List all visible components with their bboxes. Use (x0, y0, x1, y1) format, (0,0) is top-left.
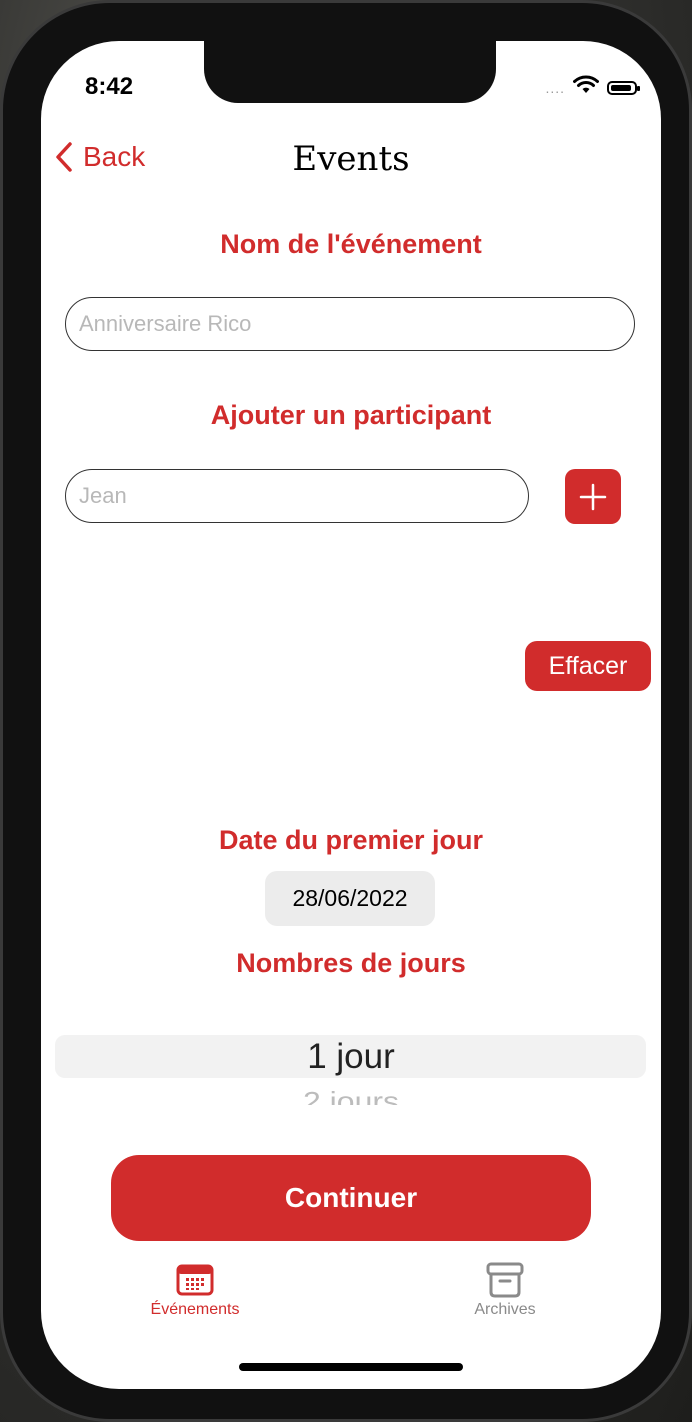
date-label: Date du premier jour (218, 825, 484, 855)
participant-input[interactable]: Jean (65, 469, 529, 523)
days-picker-next-wrap: 2 jours (41, 1079, 661, 1105)
clear-button[interactable]: Effacer (525, 641, 651, 691)
home-indicator[interactable] (239, 1363, 463, 1371)
continue-button[interactable]: Continuer (111, 1155, 591, 1241)
tab-archives[interactable]: Archives (435, 1259, 575, 1319)
status-time: 8:42 (85, 73, 134, 100)
days-label: Nombres de jours (236, 948, 466, 978)
participant-placeholder: Jean (79, 483, 127, 508)
days-picker-next-option[interactable]: 2 jours (41, 1082, 661, 1105)
calendar-icon (176, 1264, 214, 1296)
event-name-input[interactable]: Anniversaire Rico (65, 297, 635, 351)
signal-dots: .... (545, 79, 565, 96)
notch (204, 41, 496, 103)
battery-icon (607, 80, 640, 95)
days-picker-selected[interactable]: 1 jour (41, 1035, 661, 1079)
tab-events[interactable]: Événements (125, 1259, 265, 1319)
page-title: Events (292, 139, 410, 179)
date-picker[interactable]: 28/06/2022 (265, 871, 435, 926)
status-icons: .... (545, 75, 640, 100)
archive-box-icon (486, 1262, 524, 1298)
tab-archives-label: Archives (474, 1301, 536, 1318)
phone-frame: 8:42 .... Back Events Nom de l'événement… (0, 0, 692, 1422)
app-screen: 8:42 .... Back Events Nom de l'événement… (41, 41, 661, 1389)
participant-label: Ajouter un participant (210, 400, 492, 430)
add-participant-button[interactable] (565, 469, 621, 524)
plus-icon (579, 483, 607, 510)
event-name-placeholder: Anniversaire Rico (79, 311, 252, 336)
tab-events-label: Événements (150, 1301, 240, 1318)
wifi-icon (573, 75, 599, 100)
event-name-label: Nom de l'événement (220, 229, 482, 259)
